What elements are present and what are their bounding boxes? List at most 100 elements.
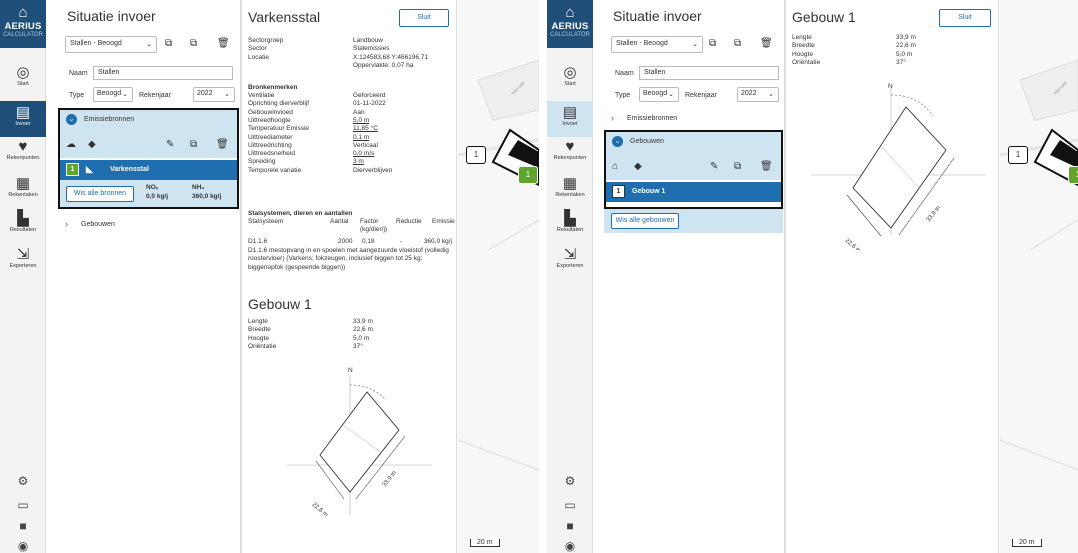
detail-title: Varkensstal: [248, 9, 321, 25]
bar-chart-icon: ▙: [17, 210, 29, 227]
nav-rekenpunten[interactable]: ♥ Rekenpunten: [0, 138, 46, 161]
language-icon[interactable]: ◉: [547, 539, 593, 553]
building-map-label[interactable]: 1: [1008, 146, 1028, 164]
situation-select[interactable]: Stallen - Beoogd ⌄: [611, 36, 703, 53]
source-row[interactable]: 1 ◣ Varkensstal: [60, 160, 237, 180]
farm-icon: ⌂: [565, 4, 575, 21]
building-detail-panel: Gebouw 1 Sluit Lengte 33,9 m Breedte 22,6 m…: [785, 0, 999, 553]
tag-icon[interactable]: ◆: [88, 139, 96, 150]
year-select-value: 2022: [741, 90, 757, 97]
type-select[interactable]: Beoogd ⌄: [639, 87, 679, 102]
close-button[interactable]: Sluit: [939, 9, 991, 27]
nav-invoer[interactable]: ▤ Invoer: [0, 101, 46, 137]
add-building-icon[interactable]: ⌂: [612, 161, 618, 172]
type-select[interactable]: Beoogd ⌄: [93, 87, 133, 102]
book-icon[interactable]: ■: [0, 519, 46, 533]
copy-icon[interactable]: ⧉: [734, 38, 741, 49]
language-icon[interactable]: ◉: [0, 539, 46, 553]
trash-icon[interactable]: 🗑: [216, 139, 229, 150]
nav-invoer[interactable]: ▤ Invoer: [547, 101, 593, 137]
book-icon[interactable]: ■: [547, 519, 593, 533]
building-map-label[interactable]: 1: [466, 146, 486, 164]
add-source-icon[interactable]: ☁: [66, 139, 76, 150]
buildings-section[interactable]: › Gebouwen: [57, 216, 241, 236]
edit-icon[interactable]: ✎: [710, 161, 718, 172]
chevron-down-icon: ⌄: [768, 91, 774, 98]
copy-icon[interactable]: ⧉: [190, 139, 197, 150]
app-logo[interactable]: ⌂ AERIUS CALCULATOR: [547, 0, 593, 48]
calculator-icon: ▦: [15, 175, 31, 192]
buildings-header[interactable]: ⌄ Gebouwen: [606, 132, 781, 154]
nav-rekentaken[interactable]: ▦ Rekentaken: [0, 175, 46, 198]
trash-icon[interactable]: 🗑: [760, 161, 773, 172]
stable-icon: ◣: [86, 164, 93, 174]
map-parcel: [1019, 59, 1078, 121]
system-reduction: -: [400, 238, 403, 245]
map-view[interactable]: Wijersdijk 1 1 20 m: [1000, 0, 1078, 553]
year-select-value: 2022: [197, 90, 213, 97]
export-icon: ⇲: [16, 246, 30, 263]
close-button[interactable]: Sluit: [399, 9, 449, 27]
building-title: Gebouw 1: [792, 9, 856, 25]
detail-value: 37°: [896, 58, 906, 66]
trash-icon[interactable]: 🗑: [760, 38, 773, 49]
nav-rail: ⌂ AERIUS CALCULATOR ◎ Start ▤ Invoer ♥ Reke…: [547, 0, 593, 553]
copy-icon[interactable]: ⧉: [734, 161, 741, 172]
nav-start[interactable]: ◎ Start: [547, 64, 593, 87]
source-map-label[interactable]: 1: [518, 166, 538, 184]
trash-icon[interactable]: 🗑: [217, 38, 230, 49]
manual-icon[interactable]: ▭: [0, 498, 46, 512]
new-situation-icon[interactable]: ⧉: [165, 38, 172, 49]
edit-icon[interactable]: ✎: [166, 139, 174, 150]
copy-icon[interactable]: ⧉: [190, 38, 197, 49]
chevron-down-icon: ⌄: [224, 91, 230, 98]
source-name: Varkensstal: [110, 166, 149, 173]
divider: [539, 0, 547, 553]
app-logo[interactable]: ⌂ AERIUS CALCULATOR: [0, 0, 46, 48]
clear-sources-button[interactable]: Wis alle bronnen: [66, 186, 134, 202]
map-view[interactable]: Wijersdijk 1 1 20 m: [458, 0, 539, 553]
year-label: Rekenjaar: [685, 92, 717, 99]
clear-buildings-button[interactable]: Wis alle gebouwen: [611, 213, 679, 229]
nav-start[interactable]: ◎ Start: [0, 64, 46, 87]
detail-label: Breedte: [248, 326, 271, 334]
nav-rekenpunten-label: Rekenpunten: [6, 155, 40, 161]
emission-section[interactable]: › Emissiebronnen: [603, 110, 785, 130]
year-select[interactable]: 2022 ⌄: [737, 87, 779, 102]
nav-exporteren[interactable]: ⇲ Exporteren: [547, 246, 593, 269]
manual-icon[interactable]: ▭: [547, 498, 593, 512]
map-pin-icon: ♥: [565, 138, 575, 155]
detail-label: Lengte: [248, 318, 268, 325]
detail-label: Breedte: [792, 42, 815, 50]
nav-rekenpunten[interactable]: ♥ Rekenpunten: [547, 138, 593, 161]
nav-exporteren[interactable]: ⇲ Exporteren: [0, 246, 46, 269]
dim-width-label: 22,6 m: [311, 502, 329, 518]
buildings-section-label: Gebouwen: [81, 221, 115, 228]
nav-resultaten[interactable]: ▙ Resultaten: [0, 210, 46, 233]
nav-invoer-label: Invoer: [15, 121, 31, 127]
detail-value: Stalemissies: [353, 45, 390, 53]
nav-rekentaken[interactable]: ▦ Rekentaken: [547, 175, 593, 198]
source-map-label[interactable]: 1: [1068, 166, 1078, 184]
new-situation-icon[interactable]: ⧉: [709, 38, 716, 49]
nav-resultaten[interactable]: ▙ Resultaten: [547, 210, 593, 233]
building-badge: 1: [612, 185, 625, 198]
logo-subtext: CALCULATOR: [550, 32, 590, 38]
emission-header[interactable]: ⌄ Emissiebronnen: [60, 110, 237, 132]
situation-select[interactable]: Stallen - Beoogd ⌄: [65, 36, 157, 53]
year-select[interactable]: 2022 ⌄: [193, 87, 235, 102]
detail-value: Aan: [353, 108, 365, 116]
type-label: Type: [69, 92, 85, 99]
name-field[interactable]: Stallen: [639, 66, 779, 80]
detail-value: 3 m: [353, 158, 364, 166]
gear-icon[interactable]: ⚙: [547, 474, 593, 488]
situation-select-value: Stallen - Beoogd: [70, 40, 122, 47]
detail-label: Uittreedhoogte: [248, 116, 291, 124]
nav-rail: ⌂ AERIUS CALCULATOR ◎ Start ▤ Invoer ♥ Reke…: [0, 0, 46, 553]
name-field[interactable]: Stallen: [93, 66, 233, 80]
systems-header-emission: Emissie: [432, 218, 455, 225]
dim-length-label: 33,9 m: [382, 470, 398, 488]
building-row[interactable]: 1 Gebouw 1: [606, 182, 781, 202]
tag-icon[interactable]: ◆: [634, 161, 642, 172]
gear-icon[interactable]: ⚙: [0, 474, 46, 488]
